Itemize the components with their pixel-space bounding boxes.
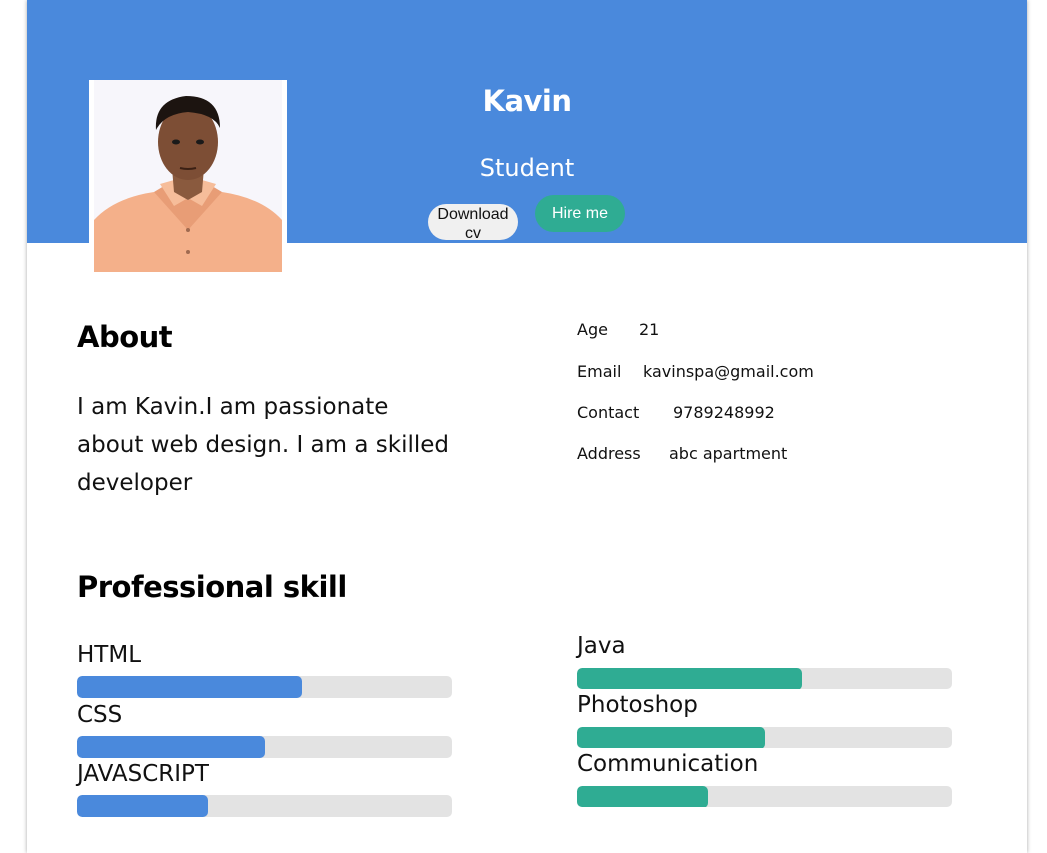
hire-me-button[interactable]: Hire me [535,195,625,232]
skills-heading: Professional skill [77,570,347,604]
skill-bar-javascript [77,795,452,817]
skill-bar-css [77,736,452,758]
skill-bar-photoshop [577,727,952,748]
skill-bar-fill [77,795,209,817]
info-value: kavinspa@gmail.com [643,362,814,381]
avatar-photo-illustration [94,80,282,272]
skill-bar-fill [77,736,265,758]
skill-label-css: CSS [77,702,123,728]
skill-bar-fill [577,786,709,807]
skill-bar-communication [577,786,952,807]
info-row-address: Address abc apartment [577,444,787,463]
info-label: Contact [577,403,640,422]
skill-bar-fill [577,668,802,689]
info-value: abc apartment [669,444,788,463]
skill-label-html: HTML [77,642,142,668]
profile-name: Kavin [482,84,572,118]
info-row-age: Age 21 [577,320,659,339]
info-row-email: Email kavinspa@gmail.com [577,362,814,381]
download-cv-button[interactable]: Download cv [428,204,518,240]
info-label: Age [577,320,608,339]
info-value: 21 [639,320,660,339]
about-text: I am Kavin.I am passionate about web des… [77,394,449,496]
skill-label-photoshop: Photoshop [577,692,698,718]
resume-page: Kavin Student Download cv Hire me About … [27,0,1027,853]
profile-photo [89,80,287,272]
skill-bar-fill [77,676,302,698]
info-row-contact: Contact 9789248992 [577,403,775,422]
skill-label-javascript: JAVASCRIPT [77,761,209,787]
info-label: Email [577,362,622,381]
info-value: 9789248992 [673,403,775,422]
info-label: Address [577,444,641,463]
skill-bar-java [577,668,952,689]
profile-title: Student [479,154,575,182]
skill-label-java: Java [577,633,626,659]
skill-bar-fill [577,727,765,748]
skill-label-communication: Communication [577,751,759,777]
skill-bar-html [77,676,452,698]
about-heading: About [77,320,173,354]
